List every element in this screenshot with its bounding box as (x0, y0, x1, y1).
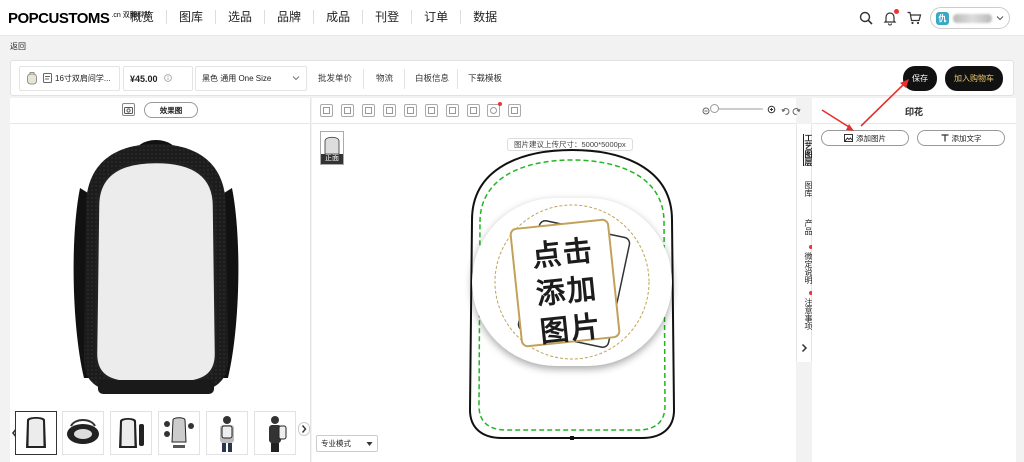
redo-icon[interactable] (792, 105, 801, 119)
nav-item[interactable]: 刊登 (362, 10, 411, 24)
tab-custom-notes[interactable]: 微定说明 (797, 245, 813, 288)
nav-item[interactable]: 数据 (460, 10, 509, 24)
chevron-down-icon (292, 74, 300, 84)
doc-icon (43, 72, 52, 85)
nav-item[interactable]: 订单 (411, 10, 460, 24)
effect-image-button[interactable]: 效果图 (144, 102, 198, 118)
mode-value: 专业模式 (321, 439, 351, 448)
add-image-placeholder[interactable]: 点击 添加 图片 (472, 198, 672, 366)
camera-icon[interactable] (122, 103, 135, 116)
view-thumbnail-front[interactable]: 正面 (320, 131, 344, 165)
annotation-arrow (821, 79, 909, 131)
thumbnail-side[interactable] (110, 411, 152, 455)
nav-right-tools: 仇 (858, 7, 1010, 29)
tab-product[interactable]: 产品 (797, 216, 813, 238)
add-text-button[interactable]: 添加文字 (917, 130, 1005, 146)
align-top-icon[interactable] (425, 104, 438, 117)
link-logistics[interactable]: 物流 (376, 72, 393, 84)
thumbnail-model-side[interactable] (254, 411, 296, 455)
preview-panel: 效果图 (10, 98, 311, 462)
divider (363, 69, 364, 89)
nav-item[interactable]: 概览 (118, 10, 166, 24)
thumbnail-open[interactable] (62, 411, 104, 455)
tab-process-layers[interactable]: 工艺图层 (797, 128, 813, 172)
layer-icon[interactable] (467, 104, 480, 117)
caret-down-icon (366, 441, 373, 446)
avatar: 仇 (936, 11, 949, 25)
backpack-thumb-icon (26, 71, 38, 87)
zoom-slider[interactable] (710, 104, 763, 113)
tool-icon-1[interactable] (320, 104, 333, 117)
align-right-icon[interactable] (404, 104, 417, 117)
tab-precautions[interactable]: 注意事项 (797, 291, 813, 334)
bell-icon[interactable] (882, 9, 899, 26)
thumbnail-front[interactable] (15, 411, 57, 455)
variant-value: 黑色 通用 One Size (202, 74, 272, 83)
price-value: ¥45.00 (130, 73, 158, 84)
link-wholesale-price[interactable]: 批发单价 (318, 72, 352, 84)
product-name: 16寸双肩间学... (55, 74, 111, 83)
chevron-down-icon (996, 11, 1004, 25)
align-left-icon[interactable] (383, 104, 396, 117)
nav-item[interactable]: 成品 (313, 10, 362, 24)
settings-icon[interactable] (487, 102, 502, 117)
chevron-right-icon[interactable] (800, 342, 809, 356)
zoom-in-icon[interactable] (767, 104, 777, 118)
placeholder-text: 点击 添加 图片 (530, 233, 604, 349)
view-label: 正面 (321, 154, 343, 164)
nav-item[interactable]: 选品 (215, 10, 264, 24)
mode-select[interactable]: 专业模式 (316, 435, 378, 452)
user-menu[interactable]: 仇 (930, 7, 1010, 29)
price-box: ¥45.00 (123, 66, 193, 91)
print-panel: 印花 添加图片 添加文字 (812, 98, 1016, 462)
tool-icon-2[interactable] (341, 104, 354, 117)
top-navbar: POPCUSTOMS .cn 双腾科技 概览 图库 选品 品牌 成品 刊登 订单 数据 仇 (0, 0, 1024, 36)
align-bottom-icon[interactable] (446, 104, 459, 117)
fullscreen-icon[interactable] (508, 104, 521, 117)
divider (10, 123, 311, 124)
nav-item[interactable]: 图库 (166, 10, 215, 24)
thumbnail-detail[interactable] (158, 411, 200, 455)
main-nav: 概览 图库 选品 品牌 成品 刊登 订单 数据 (118, 10, 509, 24)
thumb-next-button[interactable] (298, 422, 310, 436)
notification-dot (894, 9, 899, 14)
undo-icon[interactable] (781, 105, 790, 119)
username-blurred (952, 13, 992, 23)
divider (312, 123, 796, 124)
link-blank-info[interactable]: 白板信息 (415, 72, 449, 84)
side-tabs: 工艺图层 图库 产品 微定说明 注意事项 (796, 124, 813, 362)
zoom-slider-handle[interactable] (710, 104, 719, 113)
text-icon (941, 134, 948, 142)
tab-gallery[interactable]: 图库 (797, 178, 813, 200)
add-to-cart-button[interactable]: 加入购物车 (945, 66, 1003, 91)
align-center-icon[interactable] (362, 104, 375, 117)
backpack-preview-image (66, 128, 246, 403)
search-icon[interactable] (858, 10, 874, 26)
back-link[interactable]: 返回 (10, 41, 26, 52)
nav-item[interactable]: 品牌 (264, 10, 313, 24)
product-selector[interactable]: 16寸双肩间学... (19, 66, 120, 91)
variant-select[interactable]: 黑色 通用 One Size (195, 66, 307, 91)
info-icon[interactable] (163, 73, 172, 84)
divider (457, 69, 458, 89)
link-download-template[interactable]: 下载模板 (468, 72, 502, 84)
cart-icon[interactable] (906, 10, 922, 26)
thumbnail-model-back[interactable] (206, 411, 248, 455)
divider (404, 69, 405, 89)
